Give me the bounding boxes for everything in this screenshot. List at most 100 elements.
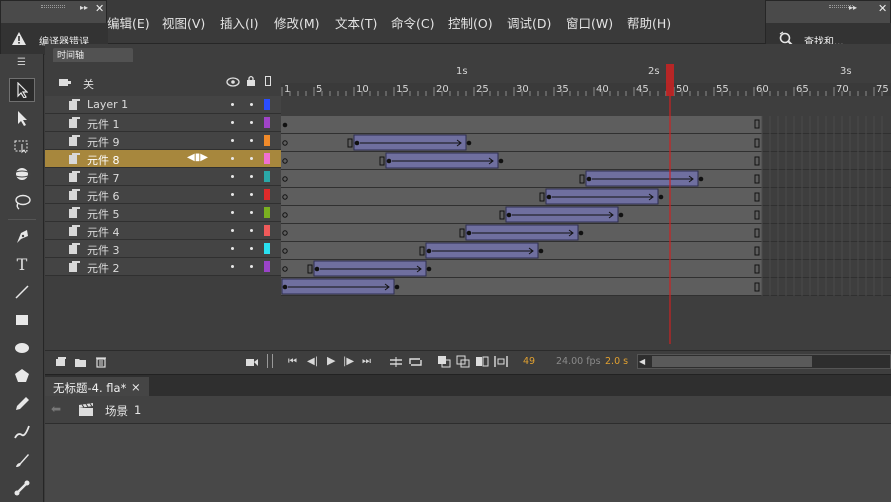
panel-splitter[interactable] <box>267 354 273 368</box>
layer-row[interactable]: 元件 2 <box>45 258 281 276</box>
layer-row[interactable]: 元件 9 <box>45 132 281 150</box>
first-frame-icon[interactable]: ⏮ <box>288 356 297 367</box>
menu-commands[interactable]: 命令(C) <box>391 13 434 32</box>
new-layer-icon[interactable] <box>55 356 67 368</box>
current-frame-readout[interactable]: 49 <box>523 356 535 367</box>
layer-color-swatch[interactable] <box>264 135 270 146</box>
close-icon[interactable]: ✕ <box>95 2 104 15</box>
step-back-icon[interactable]: ◀| <box>307 356 318 367</box>
menu-modify[interactable]: 修改(M) <box>274 13 320 32</box>
visibility-dot[interactable] <box>231 247 234 250</box>
timeline-tab[interactable]: 时间轴 <box>53 48 133 62</box>
lasso-tool-icon[interactable] <box>9 190 35 214</box>
elapsed-time-readout[interactable]: 2.0 s <box>605 356 628 367</box>
loop-icon[interactable] <box>389 356 403 368</box>
lock-dot[interactable] <box>250 265 253 268</box>
layer-color-swatch[interactable] <box>264 153 270 164</box>
visibility-dot[interactable] <box>231 157 234 160</box>
selection-tool-icon[interactable] <box>9 78 35 102</box>
stage-area[interactable] <box>45 424 891 502</box>
lock-dot[interactable] <box>250 175 253 178</box>
visibility-dot[interactable] <box>231 229 234 232</box>
delete-icon[interactable] <box>95 355 107 368</box>
visibility-dot[interactable] <box>231 139 234 142</box>
pen-tool-icon[interactable] <box>9 224 35 248</box>
layer-row[interactable]: 元件 1 <box>45 114 281 132</box>
document-tab[interactable]: 无标题-4. fla* × <box>45 377 149 397</box>
layer-row[interactable]: 元件 3 <box>45 240 281 258</box>
subselection-tool-icon[interactable] <box>9 106 35 130</box>
scene-label[interactable]: 场景 <box>105 403 128 419</box>
layer-color-swatch[interactable] <box>264 225 270 236</box>
menu-window[interactable]: 窗口(W) <box>566 13 613 32</box>
layer-color-swatch[interactable] <box>264 207 270 218</box>
layer-row[interactable]: 元件 4 <box>45 222 281 240</box>
edit-multiple-frames-icon[interactable] <box>475 355 489 368</box>
layer-color-swatch[interactable] <box>264 171 270 182</box>
text-tool-icon[interactable]: T <box>9 252 35 276</box>
menu-debug[interactable]: 调试(D) <box>507 13 551 32</box>
visibility-dot[interactable] <box>231 193 234 196</box>
center-frame-icon[interactable] <box>408 356 423 368</box>
lock-dot[interactable] <box>250 229 253 232</box>
oval-tool-icon[interactable] <box>9 336 35 360</box>
lock-dot[interactable] <box>250 211 253 214</box>
pencil-tool-icon[interactable] <box>9 392 35 416</box>
scrollbar-thumb[interactable] <box>652 356 812 367</box>
layer-row[interactable]: 元件 7 <box>45 168 281 186</box>
visibility-dot[interactable] <box>231 103 234 106</box>
collapse-icon[interactable]: ▸▸ <box>80 3 88 12</box>
menu-control[interactable]: 控制(O) <box>448 13 493 32</box>
last-frame-icon[interactable]: ⏭ <box>362 356 371 367</box>
show-hide-all-icon[interactable] <box>226 77 240 87</box>
outline-all-icon[interactable] <box>265 76 271 86</box>
brush-tool-icon[interactable] <box>9 420 35 444</box>
lock-dot[interactable] <box>250 139 253 142</box>
lock-dot[interactable] <box>250 193 253 196</box>
lock-dot[interactable] <box>250 157 253 160</box>
modify-markers-icon[interactable] <box>494 355 508 368</box>
line-tool-icon[interactable] <box>9 280 35 304</box>
onion-skin-icon[interactable] <box>437 355 451 368</box>
expand-icon[interactable]: ▸▸ <box>849 3 857 12</box>
layer-color-swatch[interactable] <box>264 261 270 272</box>
visibility-dot[interactable] <box>231 211 234 214</box>
free-transform-tool-icon[interactable] <box>9 134 35 158</box>
panel-grip[interactable] <box>41 5 65 8</box>
menu-insert[interactable]: 插入(I) <box>220 13 258 32</box>
layer-color-swatch[interactable] <box>264 117 270 128</box>
layer-row[interactable]: 元件 6 <box>45 186 281 204</box>
back-arrow-icon[interactable]: ⬅ <box>51 402 61 416</box>
lock-dot[interactable] <box>250 121 253 124</box>
rectangle-tool-icon[interactable] <box>9 308 35 332</box>
bone-tool-icon[interactable] <box>9 476 35 500</box>
lock-all-icon[interactable] <box>246 75 256 87</box>
paint-brush-tool-icon[interactable] <box>9 448 35 472</box>
play-icon[interactable]: ▶ <box>327 354 335 367</box>
fps-readout[interactable]: 24.00 fps <box>556 356 601 367</box>
step-forward-icon[interactable]: |▶ <box>343 356 354 367</box>
horizontal-scrollbar[interactable]: ◀ <box>637 354 891 369</box>
scroll-left-icon[interactable]: ◀ <box>639 357 645 366</box>
menu-text[interactable]: 文本(T) <box>335 13 377 32</box>
visibility-dot[interactable] <box>231 175 234 178</box>
camera-icon[interactable] <box>245 356 259 368</box>
close-tab-icon[interactable]: × <box>131 380 141 394</box>
layer-color-swatch[interactable] <box>264 189 270 200</box>
layer-color-swatch[interactable] <box>264 243 270 254</box>
lock-dot[interactable] <box>250 103 253 106</box>
keyframe-nav-icon[interactable]: ◀▮▶ <box>187 152 208 163</box>
close-icon[interactable]: ✕ <box>878 2 887 15</box>
layer-row[interactable]: Layer 1 <box>45 96 281 114</box>
polystar-tool-icon[interactable] <box>9 364 35 388</box>
new-folder-icon[interactable] <box>74 356 87 368</box>
layer-row[interactable]: 元件 8 ◀▮▶ <box>45 150 281 168</box>
visibility-dot[interactable] <box>231 121 234 124</box>
layer-color-swatch[interactable] <box>264 99 270 110</box>
menu-help[interactable]: 帮助(H) <box>627 13 671 32</box>
lock-dot[interactable] <box>250 247 253 250</box>
panel-menu-icon[interactable]: ☰ <box>17 57 26 68</box>
layer-row[interactable]: 元件 5 <box>45 204 281 222</box>
onion-skin-outlines-icon[interactable] <box>456 355 470 368</box>
menu-view[interactable]: 视图(V) <box>162 13 205 32</box>
